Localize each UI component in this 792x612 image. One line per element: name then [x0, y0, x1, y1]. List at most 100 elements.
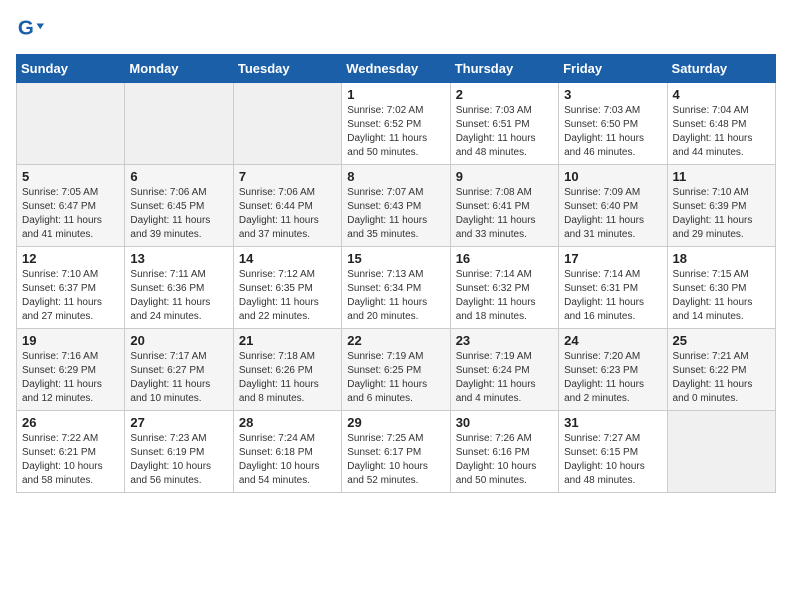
day-info: Sunrise: 7:10 AM Sunset: 6:37 PM Dayligh…: [22, 268, 119, 324]
day-info: Sunrise: 7:25 AM Sunset: 6:17 PM Dayligh…: [347, 432, 444, 488]
calendar-cell: 4Sunrise: 7:04 AM Sunset: 6:48 PM Daylig…: [667, 83, 775, 165]
col-header-wednesday: Wednesday: [342, 55, 450, 83]
day-info: Sunrise: 7:26 AM Sunset: 6:16 PM Dayligh…: [456, 432, 553, 488]
day-number: 3: [564, 87, 661, 102]
calendar-cell: 13Sunrise: 7:11 AM Sunset: 6:36 PM Dayli…: [125, 247, 233, 329]
day-info: Sunrise: 7:14 AM Sunset: 6:32 PM Dayligh…: [456, 268, 553, 324]
day-number: 18: [673, 251, 770, 266]
day-info: Sunrise: 7:05 AM Sunset: 6:47 PM Dayligh…: [22, 186, 119, 242]
calendar-cell: 25Sunrise: 7:21 AM Sunset: 6:22 PM Dayli…: [667, 329, 775, 411]
day-number: 11: [673, 169, 770, 184]
day-number: 15: [347, 251, 444, 266]
calendar-cell: 17 Sunrise: 7:14 AM Sunset: 6:31 PM Dayli…: [559, 247, 667, 329]
day-number: 27: [130, 415, 227, 430]
day-info: Sunrise: 7:24 AM Sunset: 6:18 PM Dayligh…: [239, 432, 336, 488]
day-info: Sunrise: 7:13 AM Sunset: 6:34 PM Dayligh…: [347, 268, 444, 324]
day-info: Sunrise: 7:09 AM Sunset: 6:40 PM Dayligh…: [564, 186, 661, 242]
col-header-tuesday: Tuesday: [233, 55, 341, 83]
day-number: 22: [347, 333, 444, 348]
calendar-week-row: 12 Sunrise: 7:10 AM Sunset: 6:37 PM Dayli…: [17, 247, 776, 329]
calendar-cell: [125, 83, 233, 165]
day-info: Sunrise: 7:20 AM Sunset: 6:23 PM Dayligh…: [564, 350, 661, 406]
col-header-thursday: Thursday: [450, 55, 558, 83]
day-info: Sunrise: 7:15 AM Sunset: 6:30 PM Dayligh…: [673, 268, 770, 324]
col-header-saturday: Saturday: [667, 55, 775, 83]
day-info: Sunrise: 7:19 AM Sunset: 6:24 PM Dayligh…: [456, 350, 553, 406]
day-info: Sunrise: 7:11 AM Sunset: 6:36 PM Dayligh…: [130, 268, 227, 324]
day-info: Sunrise: 7:02 AM Sunset: 6:52 PM Dayligh…: [347, 104, 444, 160]
day-info: Sunrise: 7:03 AM Sunset: 6:51 PM Dayligh…: [456, 104, 553, 160]
day-number: 24: [564, 333, 661, 348]
calendar-cell: 7 Sunrise: 7:06 AM Sunset: 6:44 PM Daylig…: [233, 165, 341, 247]
calendar-cell: 31 Sunrise: 7:27 AM Sunset: 6:15 PM Dayli…: [559, 411, 667, 493]
calendar-cell: 12 Sunrise: 7:10 AM Sunset: 6:37 PM Dayli…: [17, 247, 125, 329]
day-info: Sunrise: 7:12 AM Sunset: 6:35 PM Dayligh…: [239, 268, 336, 324]
calendar-cell: 1 Sunrise: 7:02 AM Sunset: 6:52 PM Daylig…: [342, 83, 450, 165]
day-number: 19: [22, 333, 119, 348]
day-number: 7: [239, 169, 336, 184]
calendar-cell: 16 Sunrise: 7:14 AM Sunset: 6:32 PM Dayli…: [450, 247, 558, 329]
svg-text:G: G: [18, 17, 34, 40]
calendar-cell: 23 Sunrise: 7:19 AM Sunset: 6:24 PM Dayli…: [450, 329, 558, 411]
day-info: Sunrise: 7:18 AM Sunset: 6:26 PM Dayligh…: [239, 350, 336, 406]
day-number: 28: [239, 415, 336, 430]
calendar-header-row: SundayMondayTuesdayWednesdayThursdayFrid…: [17, 55, 776, 83]
calendar-cell: 30 Sunrise: 7:26 AM Sunset: 6:16 PM Dayli…: [450, 411, 558, 493]
day-info: Sunrise: 7:23 AM Sunset: 6:19 PM Dayligh…: [130, 432, 227, 488]
calendar-cell: 22 Sunrise: 7:19 AM Sunset: 6:25 PM Dayli…: [342, 329, 450, 411]
calendar-cell: 10 Sunrise: 7:09 AM Sunset: 6:40 PM Dayli…: [559, 165, 667, 247]
calendar-cell: 15 Sunrise: 7:13 AM Sunset: 6:34 PM Dayli…: [342, 247, 450, 329]
day-info: Sunrise: 7:14 AM Sunset: 6:31 PM Dayligh…: [564, 268, 661, 324]
calendar-week-row: 26Sunrise: 7:22 AM Sunset: 6:21 PM Dayli…: [17, 411, 776, 493]
calendar-cell: 14 Sunrise: 7:12 AM Sunset: 6:35 PM Dayli…: [233, 247, 341, 329]
day-number: 20: [130, 333, 227, 348]
day-number: 10: [564, 169, 661, 184]
day-number: 9: [456, 169, 553, 184]
logo: G: [16, 16, 48, 44]
day-number: 6: [130, 169, 227, 184]
day-info: Sunrise: 7:16 AM Sunset: 6:29 PM Dayligh…: [22, 350, 119, 406]
calendar-cell: 11 Sunrise: 7:10 AM Sunset: 6:39 PM Dayli…: [667, 165, 775, 247]
calendar-cell: 9Sunrise: 7:08 AM Sunset: 6:41 PM Daylig…: [450, 165, 558, 247]
calendar-cell: 8Sunrise: 7:07 AM Sunset: 6:43 PM Daylig…: [342, 165, 450, 247]
col-header-sunday: Sunday: [17, 55, 125, 83]
day-number: 31: [564, 415, 661, 430]
day-info: Sunrise: 7:04 AM Sunset: 6:48 PM Dayligh…: [673, 104, 770, 160]
calendar-cell: 27 Sunrise: 7:23 AM Sunset: 6:19 PM Dayli…: [125, 411, 233, 493]
day-info: Sunrise: 7:07 AM Sunset: 6:43 PM Dayligh…: [347, 186, 444, 242]
col-header-monday: Monday: [125, 55, 233, 83]
day-number: 1: [347, 87, 444, 102]
day-number: 16: [456, 251, 553, 266]
day-number: 21: [239, 333, 336, 348]
day-info: Sunrise: 7:17 AM Sunset: 6:27 PM Dayligh…: [130, 350, 227, 406]
calendar-cell: 19 Sunrise: 7:16 AM Sunset: 6:29 PM Dayli…: [17, 329, 125, 411]
day-info: Sunrise: 7:03 AM Sunset: 6:50 PM Dayligh…: [564, 104, 661, 160]
day-number: 30: [456, 415, 553, 430]
day-number: 23: [456, 333, 553, 348]
day-info: Sunrise: 7:22 AM Sunset: 6:21 PM Dayligh…: [22, 432, 119, 488]
calendar-cell: [17, 83, 125, 165]
calendar-cell: 26Sunrise: 7:22 AM Sunset: 6:21 PM Dayli…: [17, 411, 125, 493]
day-number: 14: [239, 251, 336, 266]
day-info: Sunrise: 7:21 AM Sunset: 6:22 PM Dayligh…: [673, 350, 770, 406]
calendar-cell: 2 Sunrise: 7:03 AM Sunset: 6:51 PM Daylig…: [450, 83, 558, 165]
calendar-cell: 29Sunrise: 7:25 AM Sunset: 6:17 PM Dayli…: [342, 411, 450, 493]
col-header-friday: Friday: [559, 55, 667, 83]
day-info: Sunrise: 7:06 AM Sunset: 6:45 PM Dayligh…: [130, 186, 227, 242]
calendar-cell: 21 Sunrise: 7:18 AM Sunset: 6:26 PM Dayli…: [233, 329, 341, 411]
calendar-cell: 3 Sunrise: 7:03 AM Sunset: 6:50 PM Daylig…: [559, 83, 667, 165]
day-number: 17: [564, 251, 661, 266]
day-info: Sunrise: 7:19 AM Sunset: 6:25 PM Dayligh…: [347, 350, 444, 406]
calendar-cell: 20 Sunrise: 7:17 AM Sunset: 6:27 PM Dayli…: [125, 329, 233, 411]
calendar-week-row: 5Sunrise: 7:05 AM Sunset: 6:47 PM Daylig…: [17, 165, 776, 247]
logo-icon: G: [16, 16, 44, 44]
calendar-cell: 6 Sunrise: 7:06 AM Sunset: 6:45 PM Daylig…: [125, 165, 233, 247]
day-number: 12: [22, 251, 119, 266]
day-info: Sunrise: 7:27 AM Sunset: 6:15 PM Dayligh…: [564, 432, 661, 488]
calendar-cell: 5Sunrise: 7:05 AM Sunset: 6:47 PM Daylig…: [17, 165, 125, 247]
calendar-cell: [233, 83, 341, 165]
day-info: Sunrise: 7:10 AM Sunset: 6:39 PM Dayligh…: [673, 186, 770, 242]
day-info: Sunrise: 7:06 AM Sunset: 6:44 PM Dayligh…: [239, 186, 336, 242]
calendar-week-row: 19 Sunrise: 7:16 AM Sunset: 6:29 PM Dayli…: [17, 329, 776, 411]
day-number: 2: [456, 87, 553, 102]
